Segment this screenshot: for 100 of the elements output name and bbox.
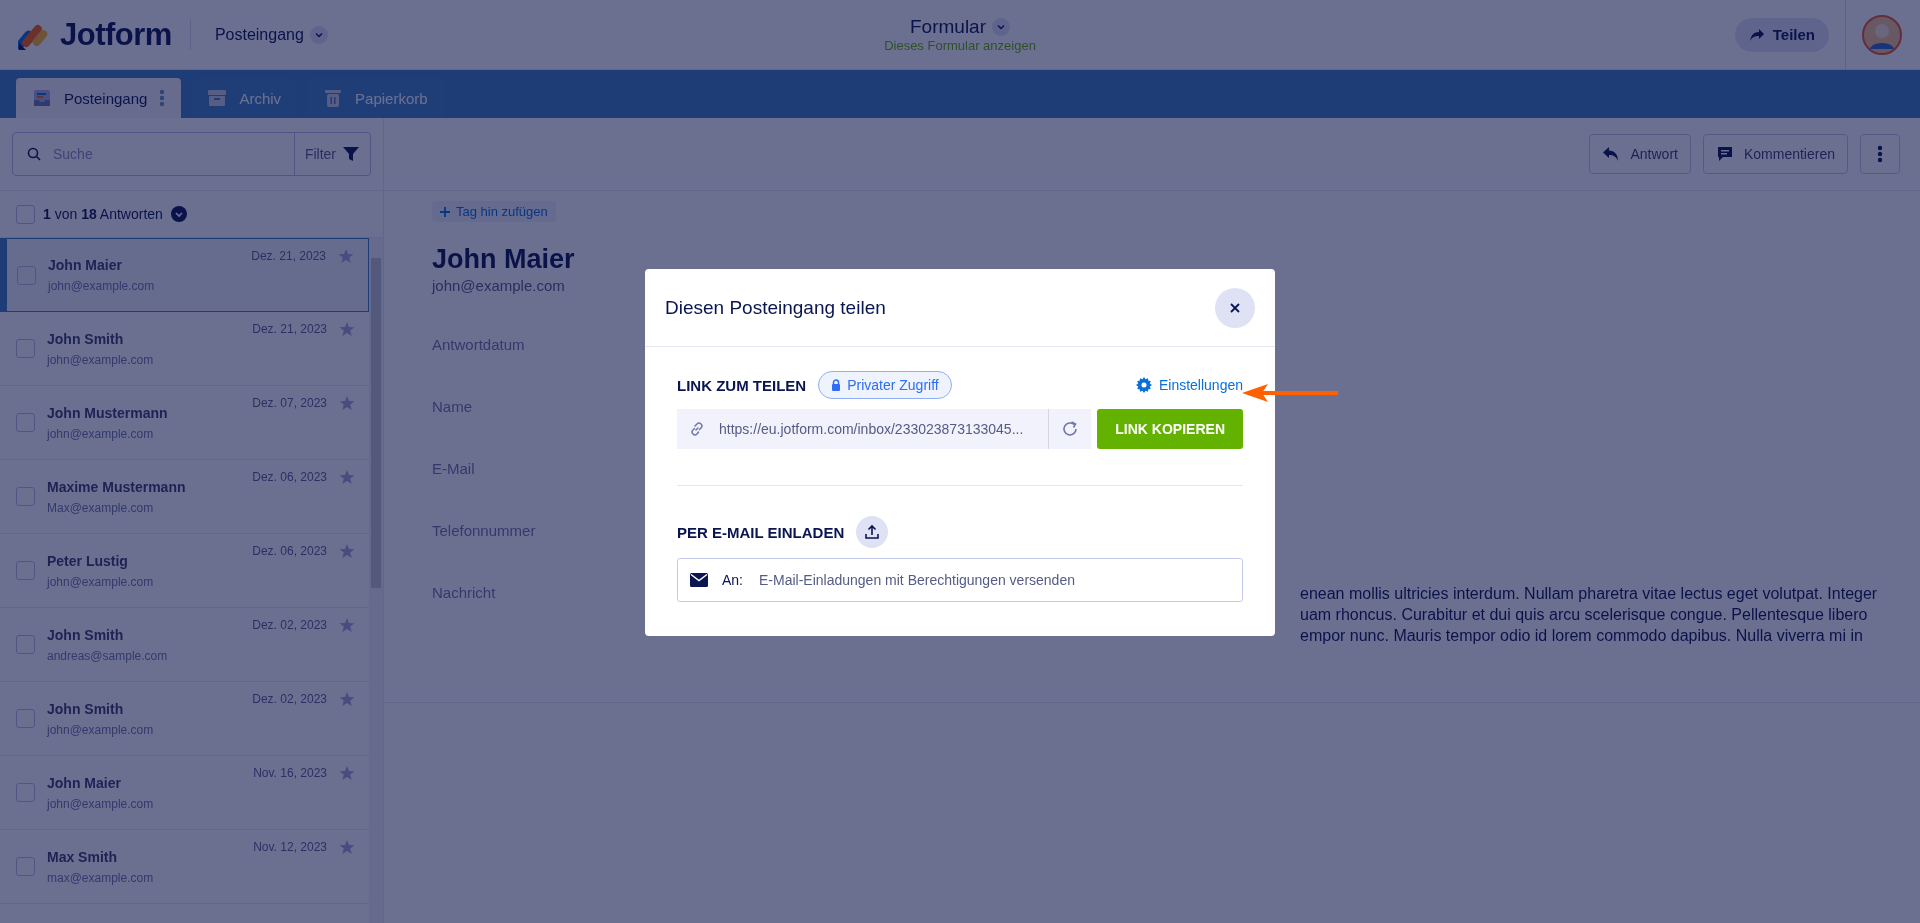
star-icon[interactable] — [339, 765, 355, 781]
share-link-field[interactable]: https://eu.jotform.com/inbox/233023873133045... — [677, 409, 1050, 449]
row-checkbox[interactable] — [16, 487, 35, 506]
star-icon[interactable] — [339, 839, 355, 855]
submission-date: Nov. 16, 2023 — [253, 766, 327, 780]
section-heading: PER E-MAIL EINLADEN — [677, 523, 845, 541]
email-invite-field[interactable]: An: E-Mail-Einladungen mit Berechtigungen versenden — [677, 558, 1243, 602]
row-checkbox[interactable] — [16, 561, 35, 580]
row-checkbox[interactable] — [16, 413, 35, 432]
submitter-name: John Maier — [47, 774, 122, 791]
field-label: Antwortdatum — [432, 336, 525, 353]
reply-icon — [1602, 146, 1621, 162]
refresh-button[interactable] — [1049, 409, 1092, 449]
filter-button[interactable]: Filter — [293, 133, 370, 175]
chevron-icon[interactable] — [170, 206, 187, 222]
access-badge[interactable]: Privater Zugriff — [818, 371, 952, 399]
lock-icon — [831, 379, 842, 391]
row-checkbox[interactable] — [16, 783, 35, 802]
field-label: Nachricht — [432, 584, 496, 601]
submitter-email: Max@example.com — [47, 500, 155, 515]
add-tag-button[interactable]: Tag hin zufügen — [432, 201, 556, 222]
submitter-name: John Mustermann — [47, 404, 169, 421]
share-icon — [1748, 27, 1765, 42]
submitter-email: john@example.com — [47, 352, 155, 367]
submission-date: Dez. 06, 2023 — [252, 470, 327, 484]
submitter-name: John Smith — [47, 626, 125, 643]
trash-icon — [323, 88, 344, 108]
response-count: 1 von 18 Antworten — [43, 206, 163, 222]
field-label: Name — [432, 398, 472, 415]
star-icon[interactable] — [339, 691, 355, 707]
star-icon[interactable] — [339, 469, 355, 485]
comment-button[interactable]: Kommentieren — [1702, 134, 1848, 174]
plus-icon — [440, 206, 450, 217]
submitter-name: Maxime Mustermann — [47, 478, 187, 495]
settings-icon — [1135, 377, 1152, 393]
more-icon — [1877, 144, 1883, 164]
message-text: empor nunc. Mauris tempor odio id lorem commodo dapibus. Nulla viverra mi in — [1300, 626, 1864, 646]
filter-icon — [342, 145, 360, 163]
archive-icon — [207, 88, 228, 108]
submitter-email: john@example.com — [47, 574, 155, 589]
submitter-email: john@example.com — [47, 426, 155, 441]
upload-icon — [864, 524, 881, 540]
star-icon[interactable] — [339, 395, 355, 411]
submitter-email: john@example.com — [47, 722, 155, 737]
share-button[interactable]: Teilen — [1734, 17, 1829, 52]
form-title[interactable]: Formular — [910, 16, 1010, 38]
submission-date: Dez. 06, 2023 — [252, 544, 327, 558]
inbox-selector[interactable]: Posteingang — [208, 24, 334, 45]
close-button[interactable] — [1215, 287, 1255, 328]
message-text: enean mollis ultricies interdum. Nullam pharetra vitae lectus eget volutpat. Integer — [1300, 584, 1878, 604]
submitter-name: John Smith — [47, 700, 125, 717]
search-icon — [27, 147, 41, 161]
dialog-title: Diesen Posteingang teilen — [665, 296, 886, 319]
submitter-name: John Smith — [47, 330, 125, 347]
submission-date: Dez. 21, 2023 — [252, 322, 327, 336]
more-button[interactable] — [1860, 134, 1900, 174]
submitter-name: Max Smith — [47, 848, 118, 865]
to-label: An: — [722, 572, 743, 588]
inbox-icon — [32, 88, 52, 108]
submitter-email: john@example.com — [432, 277, 565, 294]
more-icon[interactable] — [159, 88, 166, 108]
reply-button[interactable]: Antwort — [1589, 134, 1691, 174]
logo-text: Jotform — [60, 16, 172, 53]
settings-link[interactable]: Einstellungen — [1135, 377, 1243, 393]
submitter-email: john@example.com — [47, 796, 155, 811]
row-checkbox[interactable] — [16, 339, 35, 358]
star-icon[interactable] — [339, 617, 355, 633]
refresh-icon — [1061, 420, 1080, 438]
submitter-email: max@example.com — [47, 870, 155, 885]
field-label: Telefonnummer — [432, 522, 536, 539]
avatar-icon[interactable] — [1862, 14, 1902, 55]
link-icon — [689, 421, 705, 437]
submission-date: Dez. 02, 2023 — [252, 618, 327, 632]
submitter-name: John Maier — [48, 257, 123, 273]
section-heading: LINK ZUM TEILEN — [677, 376, 807, 394]
submitter-name: John Maier — [432, 244, 575, 275]
submission-date: Dez. 02, 2023 — [252, 692, 327, 706]
message-text: uam rhoncus. Curabitur et dui quis arcu scelerisque congue. Pellentesque libero — [1300, 605, 1869, 625]
row-checkbox[interactable] — [16, 857, 35, 876]
chevron-icon — [992, 18, 1010, 36]
submission-date: Nov. 12, 2023 — [253, 840, 327, 854]
star-icon[interactable] — [339, 321, 355, 337]
star-icon[interactable] — [339, 543, 355, 559]
row-checkbox[interactable] — [16, 709, 35, 728]
scrollbar[interactable] — [369, 238, 383, 923]
email-input-field[interactable]: E-Mail-Einladungen mit Berechtigungen versenden — [757, 571, 1230, 589]
star-icon[interactable] — [338, 248, 354, 264]
submission-date: Dez. 21, 2023 — [251, 249, 326, 263]
select-all-checkbox[interactable] — [16, 204, 35, 224]
submission-date: Dez. 07, 2023 — [252, 396, 327, 410]
close-icon — [1229, 301, 1241, 314]
field-label: E-Mail — [432, 460, 475, 477]
copy-link-button[interactable]: LINK KOPIEREN — [1097, 409, 1243, 449]
upload-button[interactable] — [856, 516, 889, 548]
row-checkbox[interactable] — [16, 635, 35, 654]
folder-tab[interactable]: Posteingang — [16, 78, 182, 118]
comment-icon — [1715, 145, 1734, 163]
view-form-link[interactable]: Dieses Formular anzeigen — [884, 38, 1036, 53]
submitter-name: Peter Lustig — [47, 552, 129, 569]
envelope-icon — [690, 573, 708, 587]
